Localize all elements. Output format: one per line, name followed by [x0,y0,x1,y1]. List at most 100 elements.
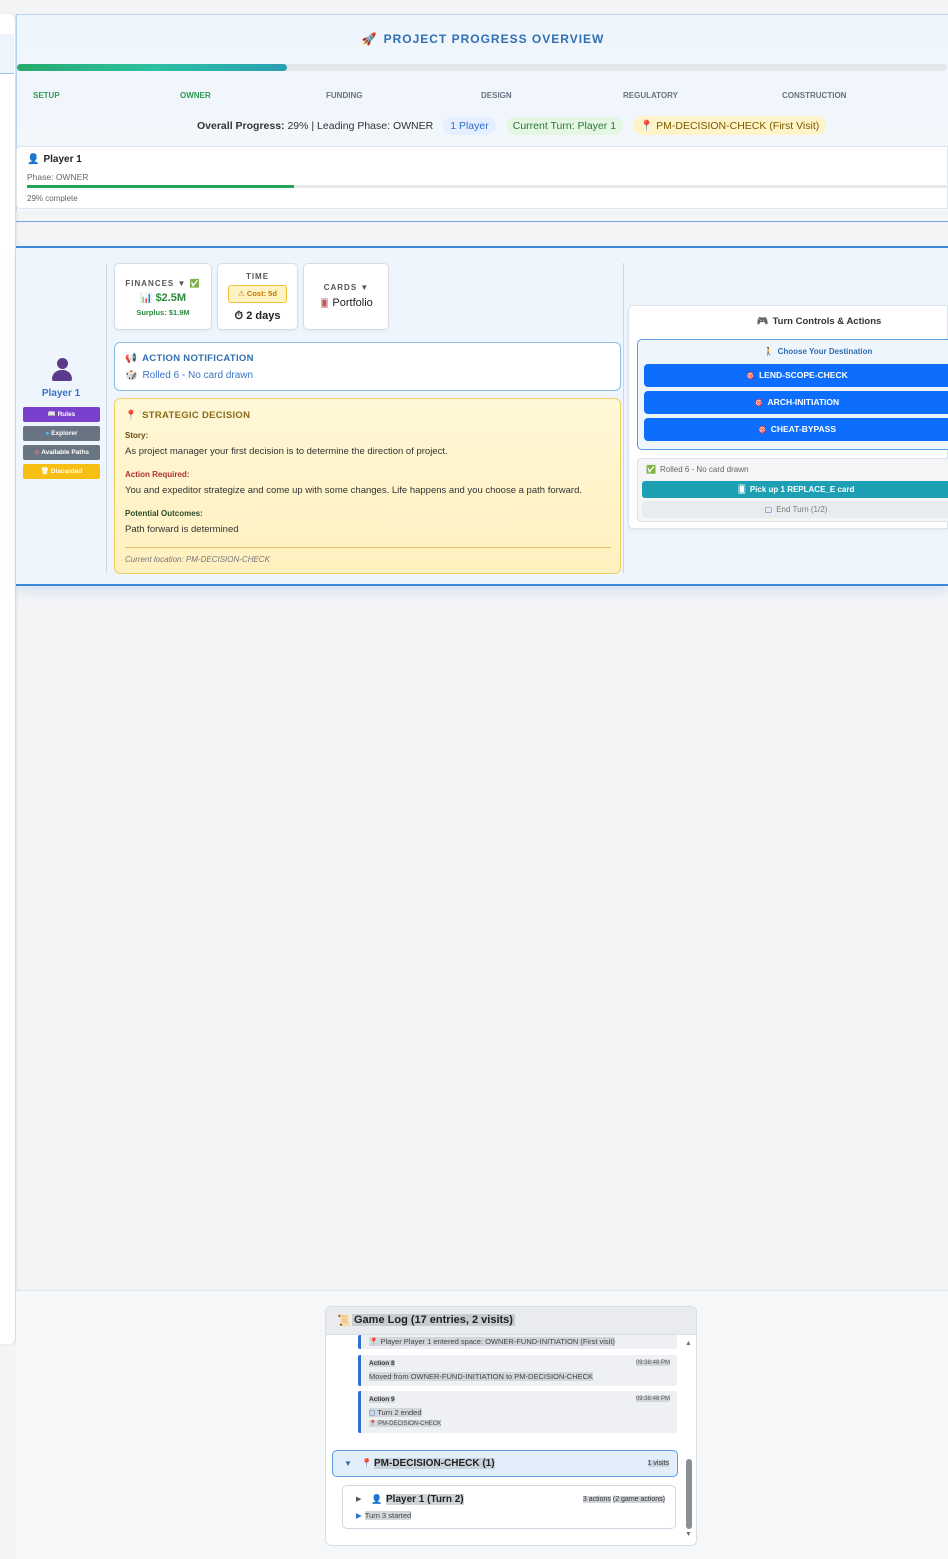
log-scrollbar[interactable]: ▲ ▼ [684,1337,694,1543]
destination-button-cheat-bypass[interactable]: 🎯 CHEAT-BYPASS [644,418,948,441]
sidebar-player-name: Player 1 [41,388,81,399]
stopwatch-icon: ⏱ [234,310,247,322]
left-panel-edge [0,14,16,1344]
destination-label: 🚶 Choose Your Destination [763,347,873,356]
decision-title: 📍 STRATEGIC DECISION [125,410,251,421]
current-turn-badge: Current Turn: Player 1 [505,116,624,135]
target-icon: 🎯 [754,400,764,407]
player-progress-bar [27,185,948,188]
phase-setup: SETUP [33,91,60,100]
chevron-down-icon: ▼ [344,1459,352,1468]
player-panel: Player 1 📖 Rules ● Explorer ◎ Available … [16,246,948,586]
log-entry: Action 8 09:38:48 PM Moved from OWNER-FU… [358,1355,677,1386]
player-progress-text: 29% complete [27,194,78,203]
destination-chooser: 🚶 Choose Your Destination 🎯 LEND-SCOPE-CHE… [637,339,948,450]
card-icon: 🂠 [737,485,746,494]
user-icon: 👤 [27,154,40,165]
cards-box[interactable]: CARDS ▼ 🂠 Portfolio [303,263,389,330]
turn-controls-panel: 🎮 Turn Controls & Actions 🚶 Choose Your De… [628,305,948,529]
discarded-button[interactable]: 🗑 Discarded [23,464,100,479]
pin-icon: 📍 [125,410,138,421]
scroll-up-icon[interactable]: ▲ [685,1340,692,1347]
strategic-decision-card: 📍 STRATEGIC DECISION Story: As project ma… [114,398,621,574]
portfolio-value: 🂠 Portfolio [320,297,373,309]
walking-icon: 🚶 [763,347,774,356]
overall-progress-bar [17,64,947,71]
target-icon: 🎯 [757,427,767,434]
phase-regulatory: REGULATORY [623,91,678,100]
pin-icon: 📍 [369,1421,379,1427]
divider [125,547,611,548]
notification-text: 🎲 Rolled 6 - No card drawn [125,370,254,381]
pin-icon: 📍 [361,1458,373,1468]
square-icon: ◻ [369,1408,378,1417]
destination-button-arch-initiation[interactable]: 🎯 ARCH-INITIATION [644,391,948,414]
rocket-icon: 🚀 [361,32,378,46]
section-divider [16,221,948,222]
finances-value: 📊 $2.5M [139,292,187,304]
player-card-phase: Phase: OWNER [27,172,89,182]
action-notification: 📢 ACTION NOTIFICATION 🎲 Rolled 6 - No card… [114,342,621,391]
check-icon: ✅ [189,279,201,288]
game-log-header[interactable]: 📜 Game Log (17 entries, 2 visits) [326,1307,696,1335]
check-icon: ✅ [646,465,656,474]
card-icon: 🂠 [320,299,329,308]
time-box: TIME ⚠ Cost: 5d ⏱ 2 days [217,263,298,330]
phase-funding: FUNDING [326,91,363,100]
explorer-button[interactable]: ● Explorer [23,426,100,441]
end-turn-button[interactable]: ▢ End Turn (1/2) [642,501,948,518]
scroll-down-icon[interactable]: ▼ [685,1531,692,1538]
overview-stats: Overall Progress: 29% | Leading Phase: O… [197,116,827,135]
chart-icon: 📊 [139,293,153,304]
avatar [51,358,73,382]
story-label: Story: [125,431,149,440]
location-badge: 📍 PM-DECISION-CHECK (First Visit) [633,116,827,135]
outcomes-text: Path forward is determined [125,524,239,535]
game-log: 📜 Game Log (17 entries, 2 visits) 📍 Playe… [325,1306,697,1546]
action-required-label: Action Required: [125,470,190,479]
current-location: Current location: PM-DECISION-CHECK [125,555,270,564]
turn-controls-title: 🎮 Turn Controls & Actions [756,316,882,327]
overview-title: 🚀 PROJECT PROGRESS OVERVIEW [361,32,605,46]
column-divider [623,263,624,573]
dice-icon: 🎲 [125,370,138,381]
left-panel-tab[interactable] [0,34,14,74]
player-progress-card: 👤 Player 1 Phase: OWNER 29% complete [16,146,948,209]
cards-label: CARDS ▼ [323,283,370,292]
book-icon: 📖 [47,411,58,418]
surplus-value: Surplus: $1.9M [136,308,190,317]
log-group-pm-decision-check[interactable]: ▼ 📍 PM-DECISION-CHECK (1) 1 visits [332,1450,678,1477]
log-entry: Action 9 09:38:48 PM ◻ Turn 2 ended 📍 PM… [358,1391,677,1433]
log-entry: 📍 Player Player 1 entered space: OWNER-F… [358,1335,677,1349]
notification-title: 📢 ACTION NOTIFICATION [125,353,254,364]
player-sidebar: Player 1 📖 Rules ● Explorer ◎ Available … [16,248,106,586]
players-count-badge: 1 Player [443,116,496,135]
overall-progress-text: Overall Progress: 29% | Leading Phase: O… [197,119,434,132]
finances-label: FINANCES ▼ ✅ [125,279,201,288]
warning-icon: ⚠ [238,289,247,298]
chevron-right-icon: ▶ [356,1496,362,1503]
available-paths-button[interactable]: ◎ Available Paths [23,445,100,460]
trash-icon: 🗑 [40,468,51,475]
action-required-text: You and expeditor strategize and come up… [125,485,583,496]
overall-progress-fill [17,64,287,71]
pickup-card-button[interactable]: 🂠 Pick up 1 REPLACE_E card [642,481,948,498]
scroll-thumb[interactable] [686,1459,692,1529]
pin-icon: 📍 [640,120,654,132]
gamepad-icon: 🎮 [756,316,769,327]
destination-button-lend-scope-check[interactable]: 🎯 LEND-SCOPE-CHECK [644,364,948,387]
actions-box: ✅ Rolled 6 - No card drawn 🂠 Pick up 1 REP… [637,458,948,522]
column-divider [106,263,107,573]
target-icon: 🎯 [746,373,755,380]
player-progress-fill [27,185,295,188]
phase-design: DESIGN [481,91,512,100]
time-label: TIME [245,272,270,281]
megaphone-icon: 📢 [125,353,138,364]
rules-button[interactable]: 📖 Rules [23,407,100,422]
outcomes-label: Potential Outcomes: [125,509,203,518]
finances-box[interactable]: FINANCES ▼ ✅ 📊 $2.5M Surplus: $1.9M [114,263,212,330]
play-icon: ▶ [356,1511,362,1520]
story-text: As project manager your first decision i… [125,446,448,457]
log-turn-group[interactable]: ▶ 👤 Player 1 (Turn 2) 3 actions (2 game … [342,1485,676,1529]
phase-construction: CONSTRUCTION [782,91,847,100]
